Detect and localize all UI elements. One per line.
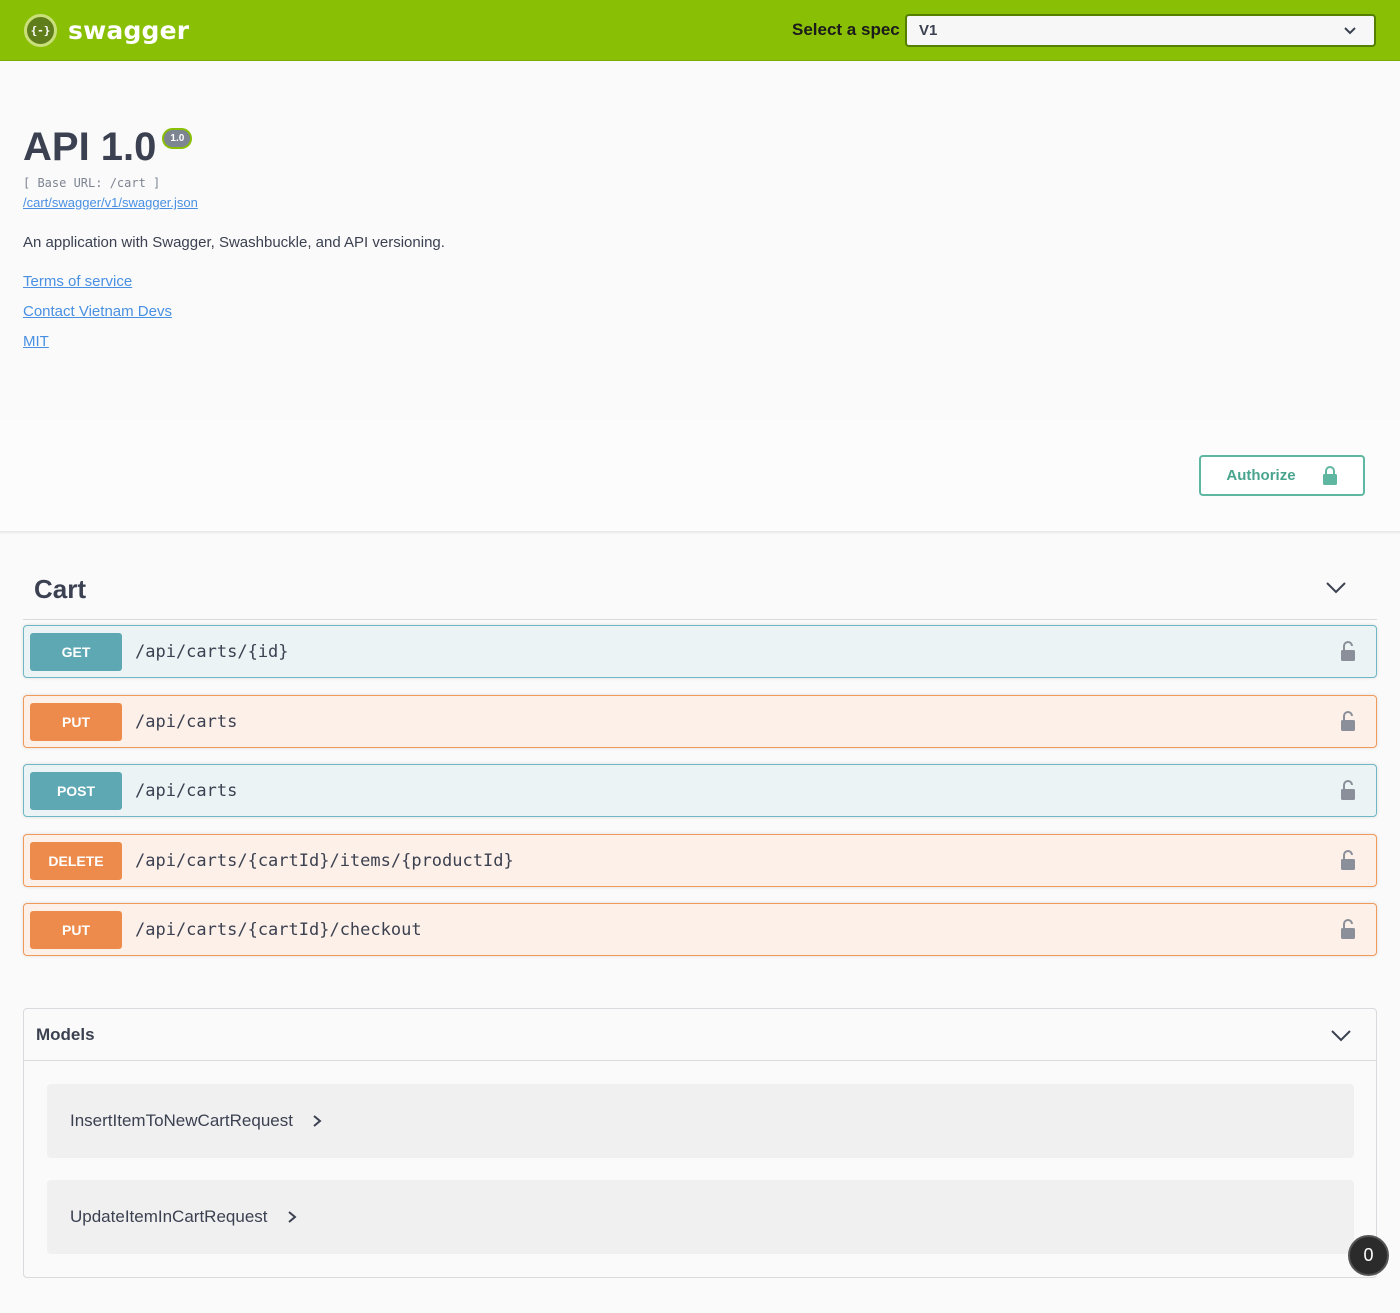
tag-section-cart[interactable]: Cart xyxy=(23,560,1377,620)
lock-icon[interactable] xyxy=(1340,850,1356,870)
operation-path: /api/carts/{id} xyxy=(135,641,289,662)
license-link[interactable]: MIT xyxy=(23,333,1363,351)
operation-get-cart-by-id[interactable]: GET /api/carts/{id} xyxy=(23,625,1377,678)
model-name: UpdateItemInCartRequest xyxy=(70,1207,268,1226)
operation-path: /api/carts/{cartId}/items/{productId} xyxy=(135,850,514,871)
logo-text: swagger xyxy=(68,16,190,45)
spec-select[interactable]: V1 xyxy=(905,14,1376,47)
models-section: Models InsertItemToNewCartRequest Update… xyxy=(23,1008,1377,1278)
method-badge: PUT xyxy=(30,910,122,949)
operation-path: /api/carts xyxy=(135,711,238,732)
top-bar: {-} swagger Select a spec V1 xyxy=(0,0,1400,61)
model-update-item-in-cart-request[interactable]: UpdateItemInCartRequest xyxy=(47,1180,1354,1254)
tag-title: Cart xyxy=(34,574,87,604)
api-title: API 1.0 xyxy=(23,125,157,169)
models-header[interactable]: Models xyxy=(24,1009,1376,1061)
scheme-container: Authorize xyxy=(0,420,1400,532)
chevron-right-icon xyxy=(313,1115,322,1127)
spec-label: Select a spec xyxy=(792,20,900,39)
chevron-down-icon xyxy=(1331,1030,1351,1042)
operation-path: /api/carts/{cartId}/checkout xyxy=(135,919,422,940)
version-badge: 1.0 xyxy=(162,128,193,149)
operation-put-checkout[interactable]: PUT /api/carts/{cartId}/checkout xyxy=(23,903,1377,956)
operation-put-carts[interactable]: PUT /api/carts xyxy=(23,695,1377,748)
api-info: API 1.0 1.0 [ Base URL: /cart ] /cart/sw… xyxy=(23,120,1363,351)
lock-icon[interactable] xyxy=(1340,780,1356,800)
swagger-logo[interactable]: {-} swagger xyxy=(24,14,189,47)
swagger-logo-icon: {-} xyxy=(24,14,57,47)
operation-path: /api/carts xyxy=(135,780,238,801)
models-title: Models xyxy=(36,1024,95,1044)
authorize-label: Authorize xyxy=(1226,467,1296,484)
method-badge: GET xyxy=(30,632,122,671)
authorize-button[interactable]: Authorize xyxy=(1199,455,1365,496)
chevron-down-icon xyxy=(1326,582,1346,594)
lock-icon[interactable] xyxy=(1340,919,1356,939)
api-description: An application with Swagger, Swashbuckle… xyxy=(23,234,445,251)
method-badge: DELETE xyxy=(30,841,122,880)
lock-icon xyxy=(1322,466,1337,485)
operation-post-carts[interactable]: POST /api/carts xyxy=(23,764,1377,817)
swagger-json-link[interactable]: /cart/swagger/v1/swagger.json xyxy=(23,195,1363,210)
model-name: InsertItemToNewCartRequest xyxy=(70,1111,293,1130)
lock-icon[interactable] xyxy=(1340,641,1356,661)
spec-select-value: V1 xyxy=(919,22,938,39)
model-insert-item-to-new-cart-request[interactable]: InsertItemToNewCartRequest xyxy=(47,1084,1354,1158)
terms-of-service-link[interactable]: Terms of service xyxy=(23,273,1363,291)
method-badge: PUT xyxy=(30,702,122,741)
chevron-right-icon xyxy=(287,1211,297,1223)
method-badge: POST xyxy=(30,771,122,810)
chevron-down-icon xyxy=(1344,27,1356,35)
contact-link[interactable]: Contact Vietnam Devs xyxy=(23,303,1363,321)
lock-icon[interactable] xyxy=(1340,711,1356,731)
notification-badge[interactable]: 0 xyxy=(1348,1235,1389,1276)
operation-delete-cart-item[interactable]: DELETE /api/carts/{cartId}/items/{produc… xyxy=(23,834,1377,887)
base-url: [ Base URL: /cart ] xyxy=(23,176,161,190)
